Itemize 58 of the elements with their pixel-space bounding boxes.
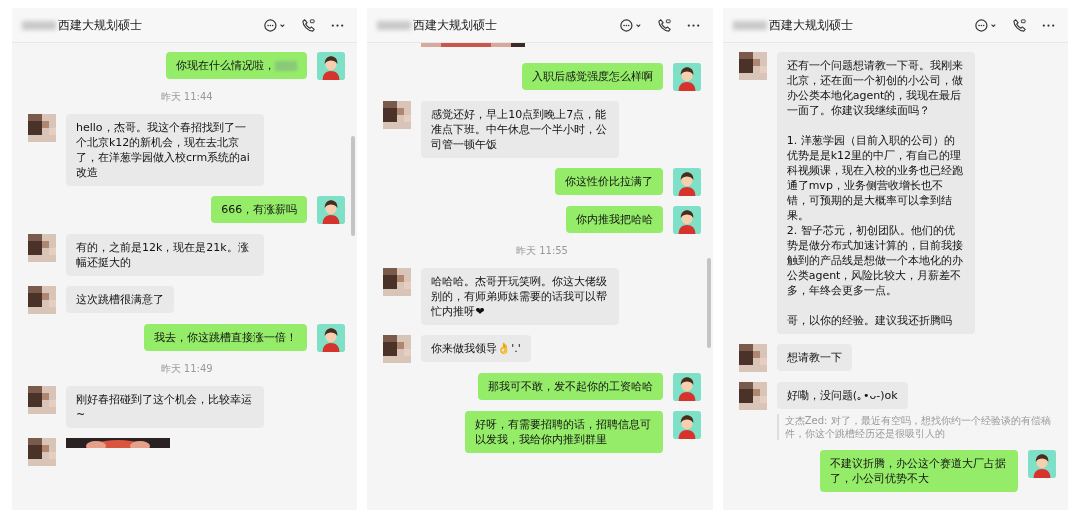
avatar-icon[interactable] <box>383 268 412 296</box>
message-bubble: 这次跳槽很满意了 <box>66 286 174 313</box>
avatar-icon[interactable] <box>672 373 701 401</box>
timestamp: 昨天 11:49 <box>160 362 213 376</box>
avatar-icon[interactable] <box>383 335 412 363</box>
message-bubble: 刚好春招碰到了这个机会，比较幸运~ <box>66 386 264 428</box>
avatar-icon[interactable] <box>672 63 701 91</box>
avatar-icon[interactable] <box>317 196 346 224</box>
chat-options-icon[interactable] <box>974 17 998 33</box>
message-text: 1. 洋葱学园（目前入职的公司）的优势是是k12里的中厂，有自己的理科视频课，现在入校的业务也已经跑通了mvp，业务侧营收增长也不错，可预期的是大概率可以拿到结果。 <box>786 133 964 223</box>
message-bubble: 我去，你这跳槽直接涨一倍！ <box>144 324 308 351</box>
message-text: 还有一个问题想请教一下哥。我刚来北京，还在面一个初创的小公司，做办公类本地化agent的，我现在最后一面了。你建议我继续面吗？ <box>786 58 964 118</box>
blurred-name <box>22 20 56 30</box>
avatar-icon[interactable] <box>28 438 56 466</box>
message-bubble: 你现在什么情况啦， <box>166 52 308 79</box>
phone-icon[interactable] <box>1012 17 1027 33</box>
timestamp: 昨天 11:55 <box>516 244 568 258</box>
avatar-icon[interactable] <box>317 52 346 80</box>
blurred-name <box>732 20 767 30</box>
avatar-icon[interactable] <box>28 114 56 142</box>
avatar-icon[interactable] <box>738 52 767 80</box>
message-bubble: 好呀，有需要招聘的话，招聘信息可以发我，我给你内推到群里 <box>464 411 663 453</box>
chat-options-icon[interactable] <box>618 17 643 33</box>
message-bubble: 你内推我把哈哈 <box>565 206 663 233</box>
chat-title: 西建大规划硕士 <box>768 16 853 34</box>
timestamp: 昨天 11:44 <box>160 90 213 104</box>
message-text: 哥，以你的经验。建议我还折腾吗 <box>786 313 953 328</box>
phone-icon[interactable] <box>656 17 672 33</box>
chat-title: 西建大规划硕士 <box>58 16 142 34</box>
avatar-icon[interactable] <box>317 324 346 352</box>
message-bubble: 那我可不敢，发不起你的工资哈哈 <box>477 373 663 400</box>
message-bubble: 哈哈哈。杰哥开玩笑咧。你这大佬级别的，有师弟师妹需要的话我可以帮忙内推呀❤ <box>421 268 620 325</box>
chat-title: 西建大规划硕士 <box>413 16 498 34</box>
avatar-icon[interactable] <box>672 168 701 196</box>
avatar-icon[interactable] <box>672 411 701 439</box>
avatar-icon[interactable] <box>738 382 767 410</box>
avatar-icon[interactable] <box>28 286 56 314</box>
message-bubble: 想请教一下 <box>776 344 852 371</box>
avatar-icon[interactable] <box>738 344 767 372</box>
message-bubble: 666，有涨薪吗 <box>211 196 308 223</box>
message-bubble: 有的，之前是12k，现在是21k。涨幅还挺大的 <box>66 234 264 276</box>
avatar-icon[interactable] <box>383 101 412 129</box>
blurred-name <box>377 20 412 30</box>
avatar-icon[interactable] <box>28 386 56 414</box>
message-bubble: 你这性价比拉满了 <box>554 168 663 195</box>
message-text: 2. 智子芯元，初创团队。他们的优势是做分布式加速计算的，目前我接触到的产品线是想做一个本地化的办公类agent，风险比较大，月薪差不多，年终会更多一点。 <box>786 223 964 298</box>
phone-icon[interactable] <box>301 17 317 33</box>
scrollbar[interactable] <box>706 258 711 348</box>
message-bubble: 感觉还好，早上10点到晚上7点，能准点下班。中午休息一个半小时，公司管一顿午饭 <box>421 101 620 158</box>
scrollbar[interactable] <box>351 136 356 236</box>
message-bubble: 好嘞，没问题(｡•ᴗ-)ok <box>776 382 908 409</box>
message-bubble: 你来做我领导👌'.' <box>421 335 531 362</box>
avatar-icon[interactable] <box>672 206 701 234</box>
message-bubble: 入职后感觉强度怎么样啊 <box>521 63 663 90</box>
message-bubble: hello，杰哥。我这个春招找到了一个北京k12的新机会，现在去北京了，在洋葱学园做入校crm系统的ai改造 <box>66 114 264 186</box>
avatar-icon[interactable] <box>1028 450 1056 478</box>
avatar-icon[interactable] <box>28 234 56 262</box>
message-bubble: 不建议折腾，办公这个赛道大厂占据了，小公司优势不大 <box>820 450 1018 492</box>
